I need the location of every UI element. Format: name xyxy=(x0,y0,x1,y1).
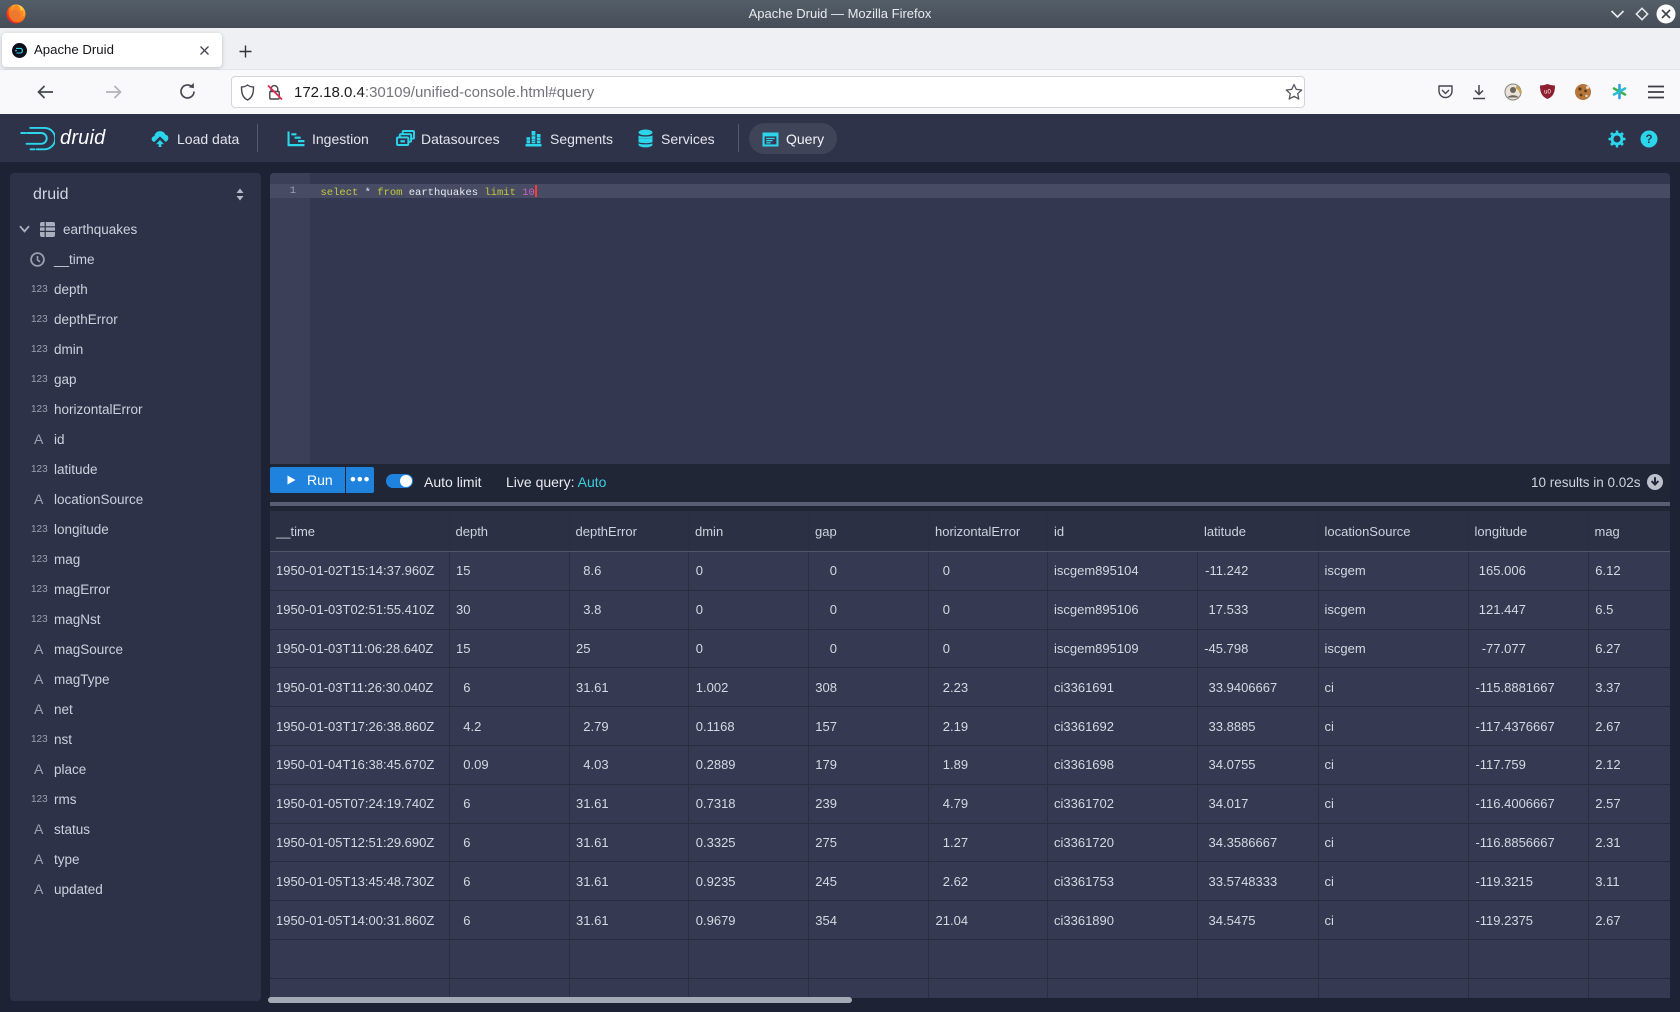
svg-text:u0: u0 xyxy=(1544,90,1551,96)
svg-text:?: ? xyxy=(1645,134,1652,146)
